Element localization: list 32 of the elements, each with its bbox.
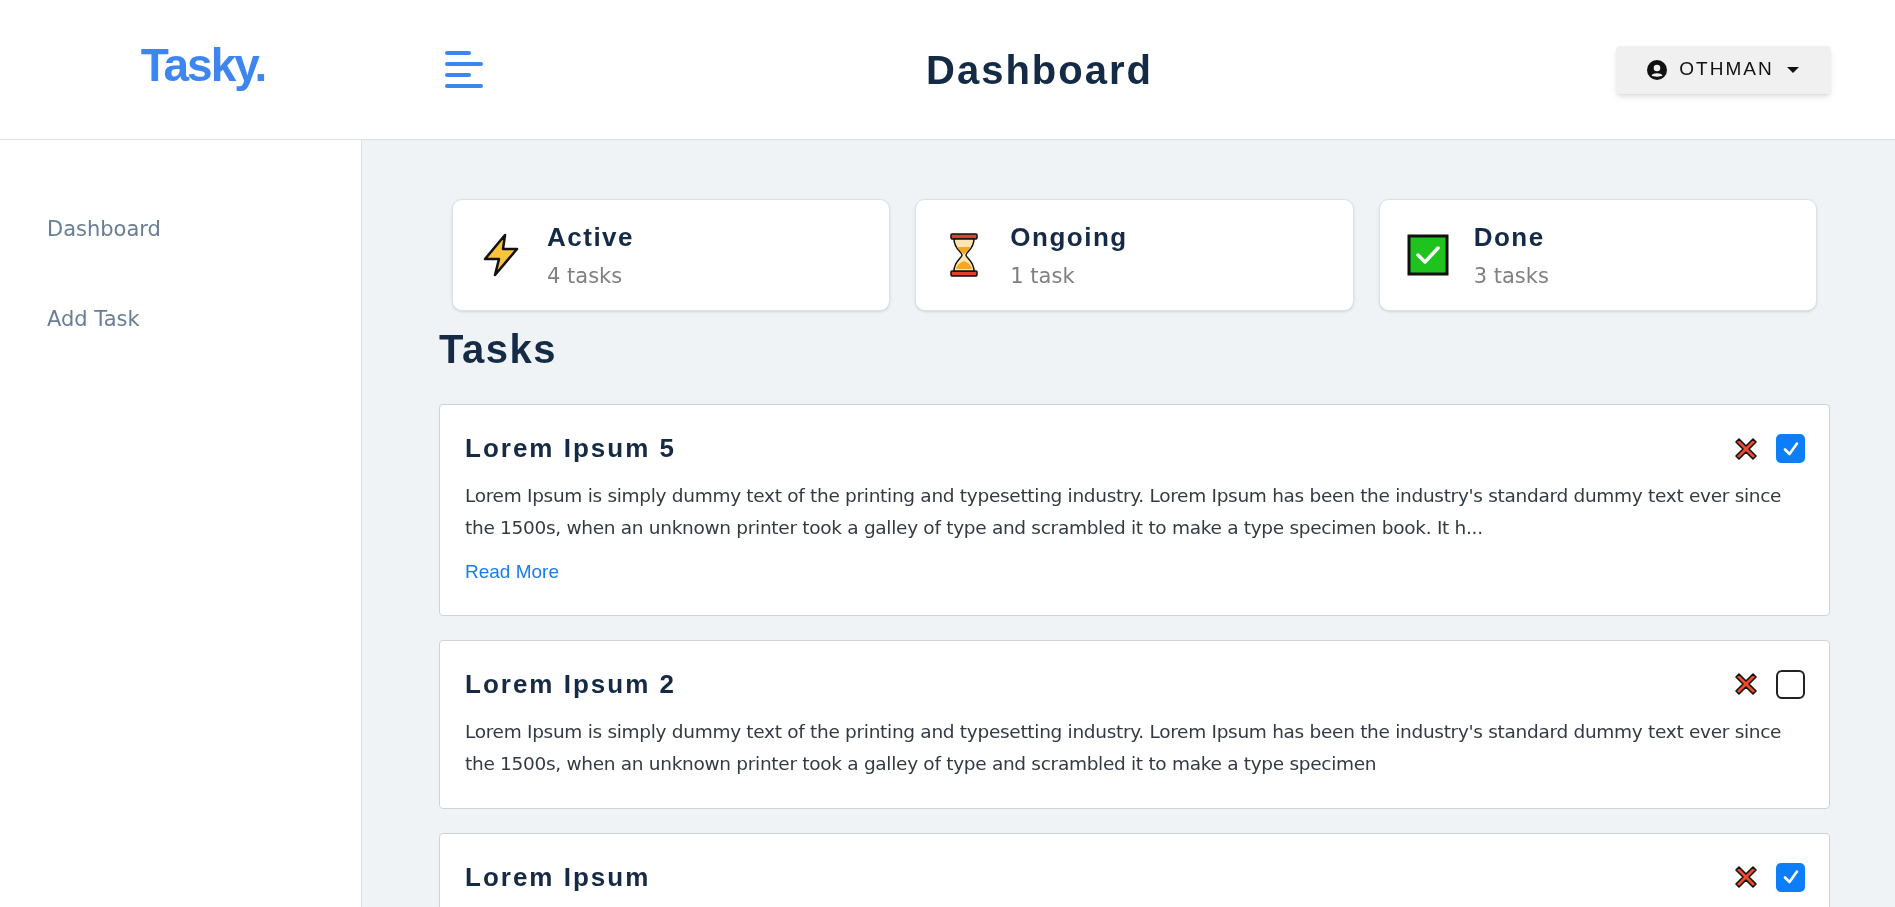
delete-icon[interactable] [1733,435,1759,462]
user-icon [1647,59,1668,80]
page-title: Dashboard [925,46,1154,94]
checkbox[interactable] [1776,669,1805,699]
caret-icon [1785,65,1800,74]
checkbox[interactable] [1776,862,1805,892]
sidebar-link[interactable]: Dashboard [47,214,161,246]
stat-count: 4 tasks [547,262,624,290]
stat-label: Ongoing [1010,220,1128,254]
stat-count: 1 task [1010,262,1076,290]
check-icon [1781,868,1800,886]
task-title: Lorem Ipsum 2 [465,667,677,701]
task-title: Lorem Ipsum 5 [465,432,677,465]
user-menu-button[interactable]: OTHMAN [1616,45,1831,94]
menu-button[interactable] [445,50,483,89]
task-title: Lorem Ipsum [465,860,652,894]
task-description: Lorem Ipsum is simply dummy text of the printing and typesetting industry. Lorem Ipsum has been the industry's standard dummy text ever since the 1500s, when an unknown printer took a galley of type and scrambled it to make a type specimen [465,719,1783,776]
checkbox[interactable] [1776,434,1805,463]
stat-label: Active [547,220,635,254]
lightning-icon [481,233,521,277]
section-title: Tasks [439,326,558,373]
read-more-link[interactable]: Read More [465,558,559,587]
delete-icon[interactable] [1733,671,1759,697]
check-icon [1781,439,1800,458]
sidebar-link[interactable]: Add Task [47,303,140,335]
delete-icon[interactable] [1733,864,1759,890]
hourglass-icon [950,233,979,277]
stat-count: 3 tasks [1473,262,1549,290]
logo: Tasky. [140,38,266,93]
task-description: Lorem Ipsum is simply dummy text of the printing and typesetting industry. Lorem Ipsum has been the industry's standard dummy text ever since the 1500s, when an unknown printer took a galley of type and scrambled it to make a type specimen book. It h... [465,484,1783,540]
checkbox-icon [1406,234,1449,276]
stat-label: Done [1473,220,1546,254]
